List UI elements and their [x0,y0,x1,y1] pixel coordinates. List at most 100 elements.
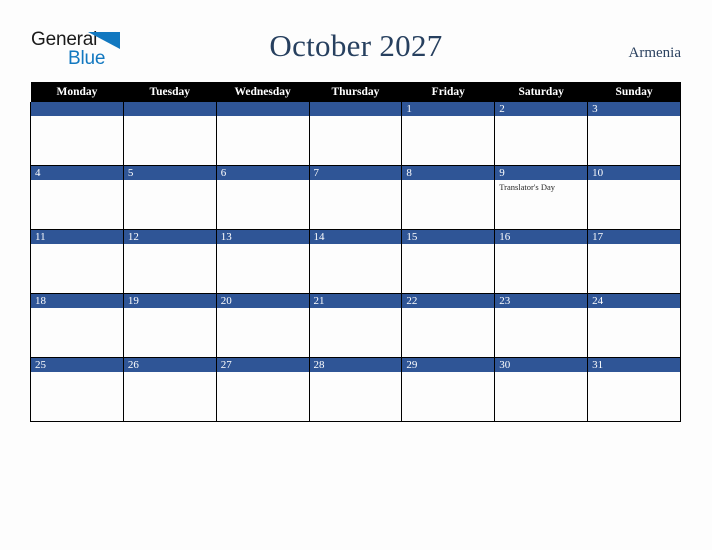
calendar-day-cell[interactable]: 27 [215,357,310,422]
calendar-day-cell[interactable]: 19 [122,293,217,358]
calendar-body: 1 2 3 4 5 6 7 8 9 Translator's Day 10 11… [30,102,681,422]
day-event [310,116,402,118]
calendar-day-cell[interactable]: 5 [122,165,217,230]
day-event [31,180,123,182]
weekday-header-wednesday: Wednesday [216,82,310,102]
day-number: 31 [588,358,680,372]
day-number: 30 [495,358,588,372]
calendar-day-cell[interactable]: 12 [122,229,217,294]
day-number: 29 [402,358,495,372]
day-number: 25 [31,358,123,372]
day-event [588,308,680,310]
calendar-day-cell[interactable]: 20 [215,293,310,358]
calendar-day-cell[interactable]: 29 [401,357,496,422]
calendar-day-cell[interactable]: 16 [494,229,589,294]
calendar-table: Monday Tuesday Wednesday Thursday Friday… [30,82,681,422]
country-label: Armenia [628,45,681,61]
calendar-day-cell[interactable]: 10 [587,165,681,230]
day-number: 20 [216,294,309,308]
calendar-day-cell[interactable]: 17 [587,229,681,294]
day-number: 17 [588,230,680,244]
day-event [217,372,309,374]
day-number: 11 [31,230,123,244]
calendar-day-cell[interactable]: 15 [401,229,496,294]
day-number: 16 [495,230,588,244]
calendar-day-cell[interactable]: 13 [215,229,310,294]
calendar-day-cell[interactable]: 11 [30,229,124,294]
day-event [495,308,587,310]
day-number: 27 [216,358,309,372]
weekday-header-thursday: Thursday [309,82,402,102]
day-number: 13 [216,230,309,244]
day-number: 9 [495,166,588,180]
calendar-day-cell[interactable] [30,102,124,166]
day-number: 3 [588,102,680,116]
calendar-week-row: 11 12 13 14 15 16 17 [30,229,681,294]
day-event [31,244,123,246]
day-number: 8 [402,166,495,180]
calendar-day-cell[interactable]: 4 [30,165,124,230]
calendar-day-cell[interactable]: 9 Translator's Day [494,165,589,230]
calendar-day-cell[interactable]: 25 [30,357,124,422]
day-event [402,180,494,182]
calendar-day-cell[interactable]: 28 [308,357,403,422]
day-number: 7 [309,166,402,180]
weekday-header-saturday: Saturday [494,82,588,102]
calendar-day-cell[interactable]: 31 [587,357,681,422]
calendar-day-cell[interactable]: 30 [494,357,589,422]
day-event [588,244,680,246]
day-event [31,116,123,118]
calendar-day-cell[interactable]: 23 [494,293,589,358]
calendar-day-cell[interactable] [122,102,217,166]
day-number: 26 [123,358,216,372]
calendar-day-cell[interactable]: 22 [401,293,496,358]
page-title: October 2027 [269,28,443,63]
calendar-day-cell[interactable]: 3 [587,102,681,166]
weekday-header-sunday: Sunday [587,82,681,102]
calendar-week-row: 18 19 20 21 22 23 24 [30,293,681,358]
calendar-day-cell[interactable]: 24 [587,293,681,358]
calendar-day-cell[interactable]: 26 [122,357,217,422]
day-number: 23 [495,294,588,308]
calendar-day-cell[interactable]: 7 [308,165,403,230]
calendar-day-cell[interactable] [215,102,310,166]
day-number: 10 [588,166,680,180]
day-number: 24 [588,294,680,308]
day-event [217,244,309,246]
calendar-day-cell[interactable]: 8 [401,165,496,230]
day-number: 15 [402,230,495,244]
weekday-header-friday: Friday [401,82,495,102]
day-event [217,180,309,182]
day-event [402,308,494,310]
calendar-day-cell[interactable]: 1 [401,102,496,166]
day-number: 19 [123,294,216,308]
day-number: 14 [309,230,402,244]
calendar-day-cell[interactable]: 2 [494,102,589,166]
calendar-week-row: 25 26 27 28 29 30 31 [30,357,681,422]
day-event [495,244,587,246]
day-event [310,308,402,310]
day-number: 22 [402,294,495,308]
day-event [588,180,680,182]
day-number [216,102,309,116]
day-event [124,308,216,310]
day-event [124,244,216,246]
weekday-header-tuesday: Tuesday [123,82,217,102]
day-number [123,102,216,116]
day-event [402,244,494,246]
day-event [402,116,494,118]
weekday-header-row: Monday Tuesday Wednesday Thursday Friday… [30,82,681,102]
calendar-day-cell[interactable]: 14 [308,229,403,294]
calendar-week-row: 4 5 6 7 8 9 Translator's Day 10 [30,165,681,230]
calendar-day-cell[interactable]: 21 [308,293,403,358]
calendar-day-cell[interactable] [308,102,403,166]
day-event [217,116,309,118]
day-event [310,372,402,374]
day-event [31,308,123,310]
calendar-day-cell[interactable]: 18 [30,293,124,358]
day-event [588,116,680,118]
calendar-week-row: 1 2 3 [30,102,681,166]
day-number [309,102,402,116]
day-event [124,372,216,374]
calendar-day-cell[interactable]: 6 [215,165,310,230]
